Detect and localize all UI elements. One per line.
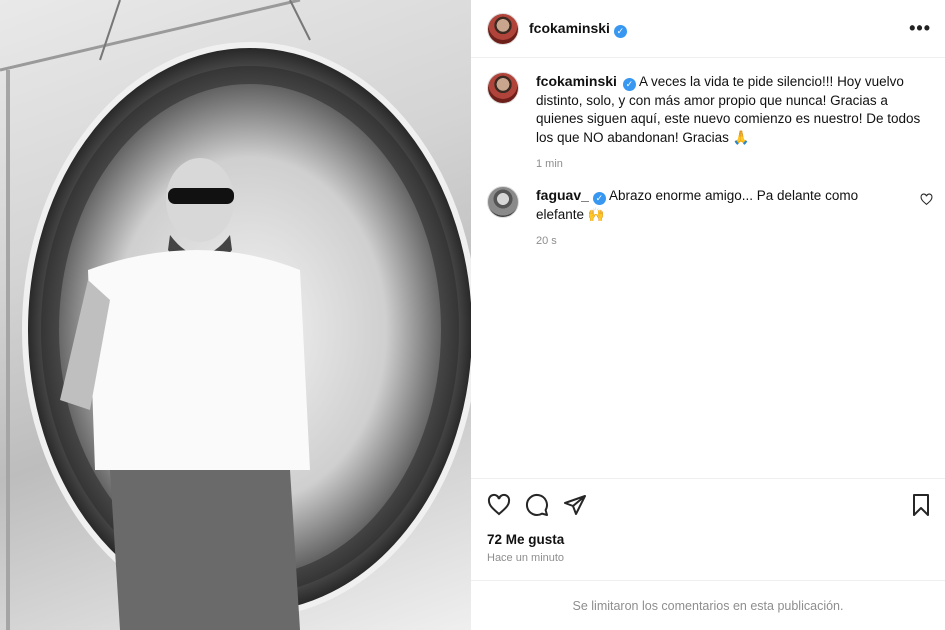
caption-avatar[interactable] — [487, 72, 519, 104]
likes-count[interactable]: 72 Me gusta — [487, 532, 564, 547]
share-paper-plane-icon[interactable] — [563, 493, 587, 517]
caption: fcokaminski ✓ A veces la vida te pide sil… — [536, 72, 926, 174]
verified-badge-icon: ✓ — [592, 192, 606, 205]
comment-username[interactable]: faguav_ — [536, 187, 589, 203]
comment-like-heart-icon[interactable] — [920, 193, 933, 206]
verified-badge-icon: ✓ — [613, 25, 627, 38]
comment-avatar[interactable] — [487, 186, 519, 218]
post-header: fcokaminski ✓ ••• — [471, 0, 945, 58]
post-photo[interactable] — [0, 0, 471, 630]
verified-badge-icon: ✓ — [622, 78, 636, 91]
author-username[interactable]: fcokaminski — [529, 20, 610, 36]
comment-item: faguav_ ✓ Abrazo enorme amigo... Pa delan… — [536, 186, 906, 251]
post-timestamp[interactable]: Hace un minuto — [487, 552, 564, 564]
author-name-row: fcokaminski ✓ — [529, 20, 627, 38]
caption-username[interactable]: fcokaminski — [536, 73, 617, 89]
comments-limited-notice: Se limitaron los comentarios en esta pub… — [471, 580, 945, 630]
more-horizontal-icon[interactable]: ••• — [909, 18, 931, 39]
caption-time[interactable]: 1 min — [536, 155, 926, 174]
post-actions: 72 Me gusta Hace un minuto — [471, 478, 945, 578]
photo-illustration — [0, 0, 471, 630]
save-bookmark-icon[interactable] — [909, 493, 933, 517]
author-avatar[interactable] — [487, 13, 519, 45]
like-heart-icon[interactable] — [487, 493, 511, 517]
comment-bubble-icon[interactable] — [525, 493, 549, 517]
post-details-panel: fcokaminski ✓ ••• fcokaminski ✓ A veces la… — [471, 0, 945, 630]
comment-time[interactable]: 20 s — [536, 232, 906, 251]
